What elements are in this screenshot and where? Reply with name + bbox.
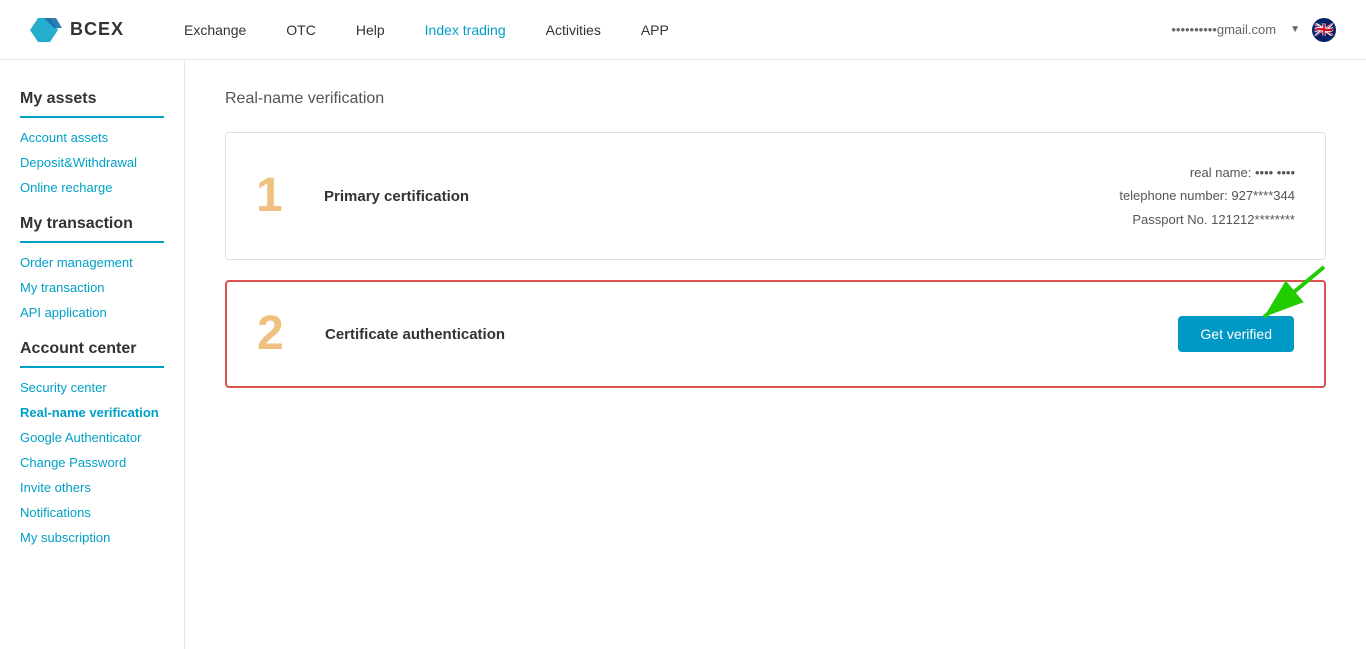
real-name-row: real name: •••• •••• bbox=[1119, 161, 1295, 184]
certificate-authentication-title: Certificate authentication bbox=[325, 326, 1178, 343]
dropdown-arrow-icon[interactable]: ▼ bbox=[1290, 24, 1300, 35]
user-email[interactable]: ••••••••••gmail.com bbox=[1171, 22, 1276, 37]
sidebar-item-deposit-withdrawal[interactable]: Deposit&Withdrawal bbox=[20, 155, 164, 170]
nav-app[interactable]: APP bbox=[641, 22, 669, 38]
sidebar-item-my-transaction[interactable]: My transaction bbox=[20, 280, 164, 295]
sidebar-item-my-subscription[interactable]: My subscription bbox=[20, 530, 164, 545]
primary-certification-title: Primary certification bbox=[324, 188, 1119, 205]
passport-row: Passport No. 121212******** bbox=[1119, 208, 1295, 231]
sidebar-item-change-password[interactable]: Change Password bbox=[20, 455, 164, 470]
nav-help[interactable]: Help bbox=[356, 22, 385, 38]
sidebar-section-my-transaction: My transaction Order management My trans… bbox=[20, 215, 164, 320]
real-name-value: •••• •••• bbox=[1255, 165, 1295, 180]
header-right: ••••••••••gmail.com ▼ 🇬🇧 bbox=[1171, 18, 1336, 42]
sidebar-section-account-center: Account center Security center Real-name… bbox=[20, 340, 164, 545]
passport-value: 121212******** bbox=[1211, 212, 1295, 227]
primary-certification-card: 1 Primary certification real name: •••• … bbox=[225, 132, 1326, 260]
step-1-number: 1 bbox=[256, 172, 296, 220]
sidebar-section-title-my-transaction: My transaction bbox=[20, 215, 164, 243]
step-2-number: 2 bbox=[257, 310, 297, 358]
sidebar-item-google-authenticator[interactable]: Google Authenticator bbox=[20, 430, 164, 445]
language-flag-icon[interactable]: 🇬🇧 bbox=[1312, 18, 1336, 42]
sidebar-item-real-name-verification[interactable]: Real-name verification bbox=[20, 405, 164, 420]
sidebar-item-security-center[interactable]: Security center bbox=[20, 380, 164, 395]
real-name-label: real name: bbox=[1190, 165, 1251, 180]
sidebar-section-title-my-assets: My assets bbox=[20, 90, 164, 118]
sidebar-item-invite-others[interactable]: Invite others bbox=[20, 480, 164, 495]
sidebar-item-notifications[interactable]: Notifications bbox=[20, 505, 164, 520]
sidebar-item-account-assets[interactable]: Account assets bbox=[20, 130, 164, 145]
nav-index-trading[interactable]: Index trading bbox=[425, 22, 506, 38]
logo[interactable]: BCEX bbox=[30, 14, 124, 46]
sidebar-item-api-application[interactable]: API application bbox=[20, 305, 164, 320]
sidebar: My assets Account assets Deposit&Withdra… bbox=[0, 60, 185, 649]
sidebar-item-order-management[interactable]: Order management bbox=[20, 255, 164, 270]
sidebar-item-online-recharge[interactable]: Online recharge bbox=[20, 180, 164, 195]
logo-text: BCEX bbox=[70, 19, 124, 40]
nav-exchange[interactable]: Exchange bbox=[184, 22, 246, 38]
page-title: Real-name verification bbox=[225, 90, 1326, 108]
nav-activities[interactable]: Activities bbox=[546, 22, 601, 38]
nav-otc[interactable]: OTC bbox=[286, 22, 316, 38]
content-area: Real-name verification 1 Primary certifi… bbox=[185, 60, 1366, 649]
header: BCEX Exchange OTC Help Index trading Act… bbox=[0, 0, 1366, 60]
primary-certification-info: real name: •••• •••• telephone number: 9… bbox=[1119, 161, 1295, 231]
sidebar-section-title-account-center: Account center bbox=[20, 340, 164, 368]
certificate-authentication-card: 2 Certificate authentication Get verifie… bbox=[225, 280, 1326, 388]
telephone-label: telephone number: bbox=[1119, 188, 1227, 203]
passport-label: Passport No. bbox=[1132, 212, 1207, 227]
get-verified-button[interactable]: Get verified bbox=[1178, 316, 1294, 352]
main-container: My assets Account assets Deposit&Withdra… bbox=[0, 60, 1366, 649]
telephone-row: telephone number: 927****344 bbox=[1119, 184, 1295, 207]
sidebar-section-my-assets: My assets Account assets Deposit&Withdra… bbox=[20, 90, 164, 195]
telephone-value: 927****344 bbox=[1231, 188, 1295, 203]
main-nav: Exchange OTC Help Index trading Activiti… bbox=[184, 22, 1171, 38]
